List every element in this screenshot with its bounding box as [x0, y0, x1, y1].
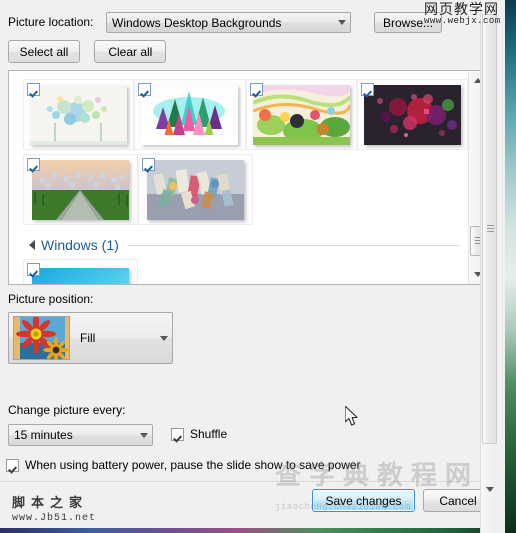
window-scrollbar-thumb[interactable] [482, 14, 497, 444]
battery-pause-checkbox-row[interactable]: When using battery power, pause the slid… [6, 458, 361, 472]
thumbnail-content: Windows (1) [9, 71, 468, 284]
thumbnail-item[interactable] [23, 79, 135, 150]
cancel-label: Cancel [439, 493, 477, 508]
select-all-button[interactable]: Select all [8, 40, 80, 63]
battery-pause-label: When using battery power, pause the slid… [25, 458, 361, 472]
flower-preview-icon [14, 317, 69, 359]
picture-location-value: Windows Desktop Backgrounds [112, 15, 282, 30]
battery-pause-checkbox[interactable] [6, 458, 19, 472]
picture-position-dropdown[interactable]: Fill [8, 312, 173, 364]
thumbnail-image [363, 84, 461, 145]
thumbnail-item[interactable] [356, 79, 468, 150]
picture-location-row: Picture location: Windows Desktop Backgr… [8, 12, 478, 34]
thumbnail-checkbox[interactable] [27, 83, 40, 96]
thumbnail-checkbox[interactable] [142, 158, 155, 171]
wallpaper-art-harmony-6 [147, 159, 244, 220]
window-vertical-scrollbar[interactable] [480, 0, 497, 533]
thumbnail-checkbox[interactable] [138, 83, 152, 96]
save-changes-label: Save changes [325, 493, 402, 508]
picture-location-dropdown[interactable]: Windows Desktop Backgrounds [106, 12, 351, 33]
thumbnail-checkbox[interactable] [249, 83, 263, 96]
thumbnail-checkbox[interactable] [27, 263, 40, 276]
thumbnail-image [141, 84, 239, 145]
wallpaper-art-harmony-4 [363, 84, 461, 145]
clear-all-button[interactable]: Clear all [94, 40, 167, 63]
thumbnail-image [30, 84, 128, 145]
triangle-collapse-icon[interactable] [29, 240, 35, 250]
select-all-label: Select all [19, 44, 69, 59]
save-changes-button[interactable]: Save changes [312, 489, 415, 512]
group-header-windows[interactable]: Windows (1) [29, 237, 459, 253]
chevron-down-icon [155, 335, 172, 341]
group-header-rule [127, 244, 459, 246]
thumbnail-image [147, 159, 244, 220]
thumbnail-item[interactable] [134, 79, 246, 150]
desktop-background-settings-window: Picture location: Windows Desktop Backgr… [0, 0, 497, 533]
picture-location-label: Picture location: [8, 15, 94, 29]
thumbnail-item[interactable] [23, 154, 138, 225]
change-picture-every-dropdown[interactable]: 15 minutes [8, 424, 153, 446]
thumbnail-item[interactable] [23, 259, 138, 284]
picture-position-label: Picture position: [8, 292, 94, 306]
thumbnail-row [23, 150, 468, 225]
wallpaper-art-harmony-1 [30, 84, 128, 145]
picture-position-preview [13, 316, 70, 360]
shuffle-checkbox[interactable] [171, 427, 184, 441]
shuffle-label: Shuffle [190, 427, 228, 441]
change-picture-every-label: Change picture every: [8, 403, 126, 417]
scroll-down-arrow-icon[interactable] [481, 481, 498, 498]
chevron-down-icon [135, 432, 152, 438]
browse-button[interactable]: Browse... [374, 12, 442, 33]
browse-button-label: Browse... [382, 15, 433, 30]
chevron-down-icon [333, 20, 350, 25]
wallpaper-thumbnail-list[interactable]: Windows (1) [8, 70, 486, 285]
wallpaper-art-harmony-2 [141, 84, 239, 145]
thumbnail-item[interactable] [138, 154, 253, 225]
change-picture-every-value: 15 minutes [14, 428, 73, 442]
thumbnail-image [32, 268, 129, 284]
thumbnail-row [23, 75, 468, 150]
thumbnail-checkbox[interactable] [27, 158, 40, 171]
thumbnail-row [23, 255, 468, 284]
thumbnail-image [252, 84, 350, 145]
scrollbar-grip-icon [487, 225, 494, 233]
clear-all-label: Clear all [108, 44, 153, 59]
desktop-background-strip [505, 0, 516, 533]
thumbnail-image [32, 159, 129, 220]
bottom-gradient-strip [0, 528, 497, 533]
thumbnail-checkbox[interactable] [360, 83, 374, 96]
mouse-cursor [344, 405, 359, 430]
thumbnail-item[interactable] [245, 79, 357, 150]
group-header-label: Windows (1) [41, 237, 119, 253]
wallpaper-art-harmony-5 [32, 159, 129, 220]
picture-position-value: Fill [80, 331, 96, 345]
selection-buttons-row: Select all Clear all [8, 40, 177, 63]
wallpaper-art-windows-logo [32, 268, 129, 284]
wallpaper-art-harmony-3 [252, 84, 350, 145]
shuffle-checkbox-row[interactable]: Shuffle [171, 427, 227, 441]
